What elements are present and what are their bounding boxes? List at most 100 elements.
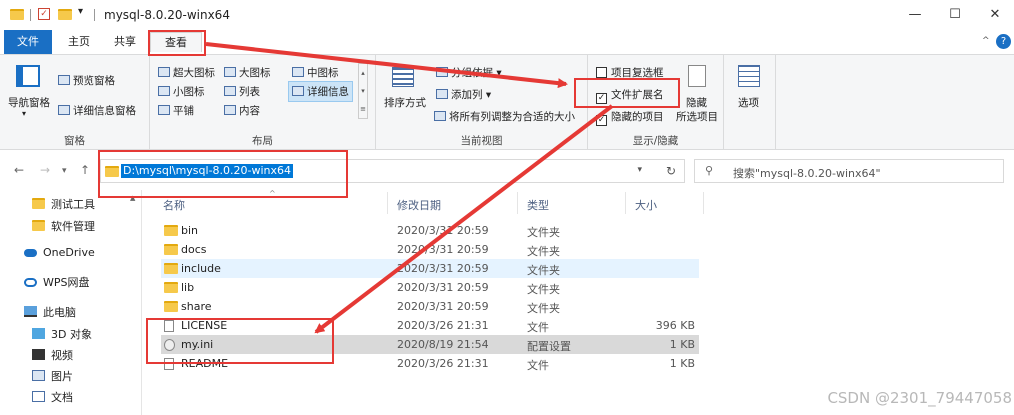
checkbox-label: 隐藏的项目	[611, 111, 664, 123]
nav-pane-button[interactable]: 导航窗格	[8, 95, 50, 110]
sidebar-item-pictures[interactable]: 图片	[32, 368, 73, 384]
column-divider[interactable]	[517, 192, 518, 214]
hide-selected-button[interactable]: 隐藏	[686, 95, 707, 110]
recent-locations-icon[interactable]: ▾	[62, 166, 67, 176]
properties-icon[interactable]: ✓	[38, 8, 50, 20]
extra-large-icons-icon	[158, 67, 170, 77]
options-icon	[738, 65, 760, 87]
address-dropdown-icon[interactable]: ▾	[637, 165, 642, 175]
column-divider[interactable]	[387, 192, 388, 214]
file-name: include	[181, 262, 221, 275]
table-row[interactable]: lib 2020/3/31 20:59 文件夹	[161, 278, 699, 297]
sidebar-item-software[interactable]: 软件管理	[32, 218, 95, 234]
file-size: 396 KB	[655, 319, 695, 332]
tiles-icon	[158, 105, 170, 115]
sidebar-item-3d-objects[interactable]: 3D 对象	[32, 326, 92, 342]
file-type: 文件	[527, 359, 549, 372]
ribbon: 导航窗格 ▾ 预览窗格 详细信息窗格 窗格 超大图标 大图标 中图标 小图标 列…	[0, 54, 1014, 151]
search-placeholder: 搜索"mysql-8.0.20-winx64"	[733, 167, 881, 180]
picture-icon	[32, 370, 45, 381]
column-header-modified[interactable]: 修改日期	[397, 197, 441, 213]
file-type: 文件夹	[527, 264, 560, 277]
tab-file[interactable]: 文件	[4, 30, 52, 54]
folder-icon	[164, 282, 178, 293]
layout-medium-icons[interactable]: 中图标	[292, 65, 339, 80]
fit-columns-icon	[434, 111, 446, 121]
folder-icon	[164, 225, 178, 236]
folder-icon	[164, 244, 178, 255]
table-row[interactable]: share 2020/3/31 20:59 文件夹	[161, 297, 699, 316]
layout-details[interactable]: 详细信息	[288, 81, 353, 102]
file-modified: 2020/8/19 21:54	[397, 338, 489, 351]
layout-label: 小图标	[173, 86, 205, 98]
help-icon[interactable]: ?	[996, 34, 1011, 49]
annotation-box-address	[98, 150, 348, 198]
column-header-name[interactable]: 名称	[163, 197, 185, 213]
group-options: 选项	[724, 55, 776, 151]
layout-tiles[interactable]: 平铺	[158, 103, 194, 118]
sidebar-item-documents[interactable]: 文档	[32, 389, 73, 405]
layout-content[interactable]: 内容	[224, 103, 260, 118]
layout-label: 大图标	[239, 67, 271, 79]
sort-by-button[interactable]: 排序方式	[384, 95, 426, 110]
sidebar-item-wps[interactable]: WPS网盘	[24, 274, 90, 290]
layout-scroll[interactable]: ▴ ▾ ≡	[358, 63, 368, 119]
maximize-button[interactable]: ☐	[940, 4, 970, 26]
sort-icon	[392, 67, 414, 87]
layout-label: 列表	[239, 86, 260, 98]
chevron-down-icon: ▾	[22, 109, 27, 118]
folder-icon	[164, 301, 178, 312]
table-row[interactable]: bin 2020/3/31 20:59 文件夹	[161, 221, 699, 240]
layout-extra-large-icons[interactable]: 超大图标	[158, 65, 215, 80]
layout-large-icons[interactable]: 大图标	[224, 65, 271, 80]
column-divider[interactable]	[625, 192, 626, 214]
sidebar-item-this-pc[interactable]: 此电脑	[24, 304, 76, 320]
add-column-icon	[436, 89, 448, 99]
close-button[interactable]: ✕	[980, 4, 1010, 26]
search-input[interactable]: ⚲ 搜索"mysql-8.0.20-winx64"	[694, 159, 1004, 183]
column-header-type[interactable]: 类型	[527, 197, 549, 213]
refresh-icon[interactable]: ↻	[666, 164, 676, 178]
fit-columns-button[interactable]: 将所有列调整为合适的大小	[434, 109, 575, 124]
group-panes: 导航窗格 ▾ 预览窗格 详细信息窗格 窗格	[0, 55, 150, 151]
divider	[94, 9, 95, 21]
quick-access-dropdown-icon[interactable]: ▾	[78, 6, 83, 17]
table-row[interactable]: docs 2020/3/31 20:59 文件夹	[161, 240, 699, 259]
forward-arrow-icon[interactable]: →	[40, 163, 50, 177]
checkbox-icon	[596, 67, 607, 78]
file-size: 1 KB	[669, 338, 695, 351]
add-column-button[interactable]: 添加列 ▾	[436, 87, 491, 102]
back-arrow-icon[interactable]: ←	[14, 163, 24, 177]
preview-pane-button[interactable]: 预览窗格	[58, 73, 115, 88]
file-type: 文件夹	[527, 283, 560, 296]
tab-home[interactable]: 主页	[58, 32, 100, 52]
annotation-box-view-tab	[148, 30, 206, 56]
group-by-label: 分组依据	[451, 67, 493, 79]
column-header-size[interactable]: 大小	[635, 197, 657, 213]
tab-share[interactable]: 共享	[104, 32, 146, 52]
cube-icon	[32, 328, 45, 339]
file-type: 文件夹	[527, 245, 560, 258]
sidebar-item-test-tools[interactable]: 测试工具	[32, 196, 95, 212]
new-folder-icon[interactable]	[58, 9, 72, 20]
group-by-button[interactable]: 分组依据 ▾	[436, 65, 502, 80]
collapse-ribbon-icon[interactable]: ^	[982, 36, 990, 46]
layout-small-icons[interactable]: 小图标	[158, 84, 205, 99]
table-row[interactable]: include 2020/3/31 20:59 文件夹	[161, 259, 699, 278]
layout-label: 中图标	[307, 67, 339, 79]
group-label-layout: 布局	[252, 135, 273, 147]
layout-label: 超大图标	[173, 67, 215, 79]
sidebar-item-label: OneDrive	[43, 246, 95, 259]
content-icon	[224, 105, 236, 115]
sidebar-item-videos[interactable]: 视频	[32, 347, 73, 363]
sidebar-item-onedrive[interactable]: OneDrive	[24, 246, 95, 259]
hidden-items-toggle[interactable]: ✓ 隐藏的项目	[596, 109, 664, 126]
minimize-button[interactable]: —	[900, 4, 930, 26]
up-arrow-icon[interactable]: ↑	[80, 163, 90, 177]
watermark: CSDN @2301_79447058	[827, 389, 1012, 407]
options-button[interactable]: 选项	[738, 95, 759, 110]
folder-icon	[164, 263, 178, 274]
details-pane-button[interactable]: 详细信息窗格	[58, 103, 136, 118]
column-divider[interactable]	[703, 192, 704, 214]
layout-list[interactable]: 列表	[224, 84, 260, 99]
